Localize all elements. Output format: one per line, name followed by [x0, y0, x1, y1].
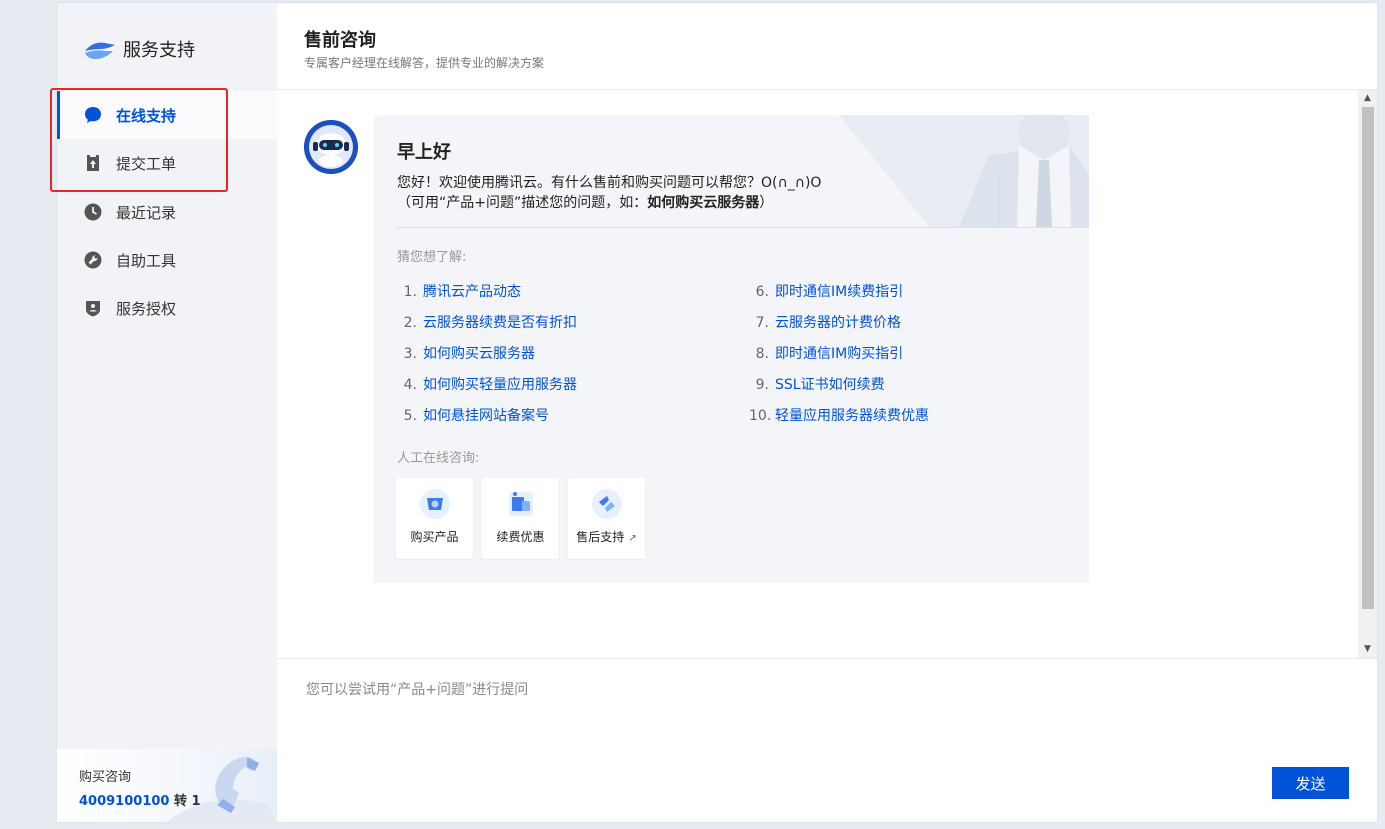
service-card-after-sales-support[interactable]: 售后支持 ↗	[568, 478, 645, 559]
service-card-label: 购买产品	[410, 530, 459, 544]
question-link: 如何购买云服务器	[423, 346, 535, 362]
welcome-text: 您好！欢迎使用腾讯云。有什么售前和购买问题可以帮您？O(∩_∩)O	[397, 175, 822, 191]
brand: 服务支持	[83, 35, 195, 63]
welcome-message-bubble: 早上好 您好！欢迎使用腾讯云。有什么售前和购买问题可以帮您？O(∩_∩)O （可…	[374, 115, 1089, 583]
greeting-title: 早上好	[397, 142, 451, 163]
phone-icon	[167, 757, 277, 822]
suggested-question[interactable]: 4. 如何购买轻量应用服务器	[397, 374, 577, 394]
question-number: 9.	[755, 377, 769, 393]
usage-hint: （可用“产品+问题”描述您的问题，如：如何购买云服务器）	[397, 192, 773, 212]
page-header: 售前咨询 专属客户经理在线解答，提供专业的解决方案	[277, 3, 1377, 90]
shield-icon	[86, 301, 100, 317]
main-panel: 售前咨询 专属客户经理在线解答，提供专业的解决方案 早上好 您好！欢迎使用腾讯云…	[277, 3, 1377, 822]
purchase-hotline-card: 购买咨询 4009100100 转 1	[57, 749, 277, 822]
hotline-title: 购买咨询	[79, 770, 132, 785]
suggested-question[interactable]: 8. 即时通信IM购买指引	[749, 343, 904, 363]
question-number: 10.	[749, 408, 772, 424]
cart-icon	[420, 489, 450, 519]
question-number: 8.	[755, 346, 769, 362]
suggested-question[interactable]: 7. 云服务器的计费价格	[749, 312, 901, 332]
question-number: 2.	[403, 315, 417, 331]
support-icon	[592, 489, 622, 519]
service-card-label-text: 售后支持	[576, 530, 625, 544]
hotline-extension: 转 1	[174, 794, 201, 809]
chat-scrollbar[interactable]: ▲ ▼	[1358, 90, 1377, 658]
cloud-logo-icon	[85, 42, 115, 59]
suggested-question[interactable]: 9. SSL证书如何续费	[749, 374, 885, 394]
annotation-highlight-box	[50, 88, 228, 192]
scroll-down-arrow-icon[interactable]: ▼	[1358, 641, 1377, 658]
question-number: 4.	[403, 377, 417, 393]
manual-consult-label: 人工在线咨询:	[397, 451, 480, 466]
service-card-renewal-discount[interactable]: 续费优惠	[482, 478, 559, 559]
message-input-area: 发送	[277, 658, 1377, 823]
divider	[396, 227, 1089, 228]
hint-prefix: （可用“产品+问题”描述您的问题，如：	[397, 195, 648, 211]
suggested-question[interactable]: 3. 如何购买云服务器	[397, 343, 535, 363]
page-subtitle: 专属客户经理在线解答，提供专业的解决方案	[304, 56, 545, 70]
service-card-buy-product[interactable]: 购买产品	[396, 478, 473, 559]
robot-avatar-icon	[304, 120, 358, 174]
welcome-header: 早上好 您好！欢迎使用腾讯云。有什么售前和购买问题可以帮您？O(∩_∩)O （可…	[374, 115, 1089, 227]
sidebar-item-self-service-tools[interactable]: 自助工具	[57, 236, 277, 284]
question-number: 5.	[403, 408, 417, 424]
assistant-avatar	[304, 120, 358, 174]
sidebar-item-service-authorization[interactable]: 服务授权	[57, 284, 277, 332]
sidebar-item-label: 自助工具	[116, 251, 177, 270]
question-number: 6.	[755, 284, 769, 300]
suggested-question[interactable]: 5. 如何悬挂网站备案号	[397, 405, 549, 425]
sidebar-item-recent-records[interactable]: 最近记录	[57, 188, 277, 236]
question-link: 如何悬挂网站备案号	[423, 408, 549, 424]
suggested-questions-label: 猜您想了解:	[397, 250, 467, 265]
sidebar-item-label: 服务授权	[116, 299, 177, 318]
support-window: 服务支持 在线支持 提交工单 最近记录 自助工具 服务授权 购买咨询 40091…	[50, 3, 1377, 822]
question-number: 3.	[403, 346, 417, 362]
question-link: 腾讯云产品动态	[423, 284, 521, 300]
external-link-icon: ↗	[628, 533, 637, 544]
question-link: 云服务器的计费价格	[775, 315, 901, 331]
suggested-question[interactable]: 6. 即时通信IM续费指引	[749, 281, 904, 301]
question-link: 如何购买轻量应用服务器	[423, 377, 577, 393]
question-link: SSL证书如何续费	[775, 377, 885, 393]
service-card-label: 续费优惠	[496, 530, 545, 544]
hotline-number-value: 4009100100	[79, 794, 170, 809]
send-button[interactable]: 发送	[1272, 767, 1349, 799]
sidebar-item-label: 最近记录	[116, 203, 177, 222]
scroll-up-arrow-icon[interactable]: ▲	[1358, 90, 1377, 107]
brand-title: 服务支持	[123, 40, 195, 61]
wrench-icon	[84, 251, 102, 269]
coupon-icon	[509, 492, 533, 516]
service-card-label: 售后支持 ↗	[568, 528, 645, 545]
question-link: 即时通信IM购买指引	[775, 346, 904, 362]
scrollbar-thumb[interactable]	[1362, 107, 1374, 609]
page-title: 售前咨询	[304, 30, 376, 51]
message-input[interactable]	[304, 677, 1348, 761]
question-number: 7.	[755, 315, 769, 331]
hint-example: 如何购买云服务器	[647, 195, 760, 211]
question-number: 1.	[403, 284, 417, 300]
hint-suffix: ）	[759, 195, 774, 211]
hotline-number[interactable]: 4009100100 转 1	[79, 790, 201, 809]
clock-icon	[84, 203, 102, 221]
question-link: 轻量应用服务器续费优惠	[775, 408, 929, 424]
suggested-question[interactable]: 1. 腾讯云产品动态	[397, 281, 521, 301]
assistant-figure-illustration	[839, 115, 1089, 227]
chat-area[interactable]: 早上好 您好！欢迎使用腾讯云。有什么售前和购买问题可以帮您？O(∩_∩)O （可…	[277, 90, 1377, 658]
question-link: 即时通信IM续费指引	[775, 284, 904, 300]
question-link: 云服务器续费是否有折扣	[423, 315, 577, 331]
suggested-question[interactable]: 10. 轻量应用服务器续费优惠	[749, 405, 929, 425]
suggested-question[interactable]: 2. 云服务器续费是否有折扣	[397, 312, 577, 332]
